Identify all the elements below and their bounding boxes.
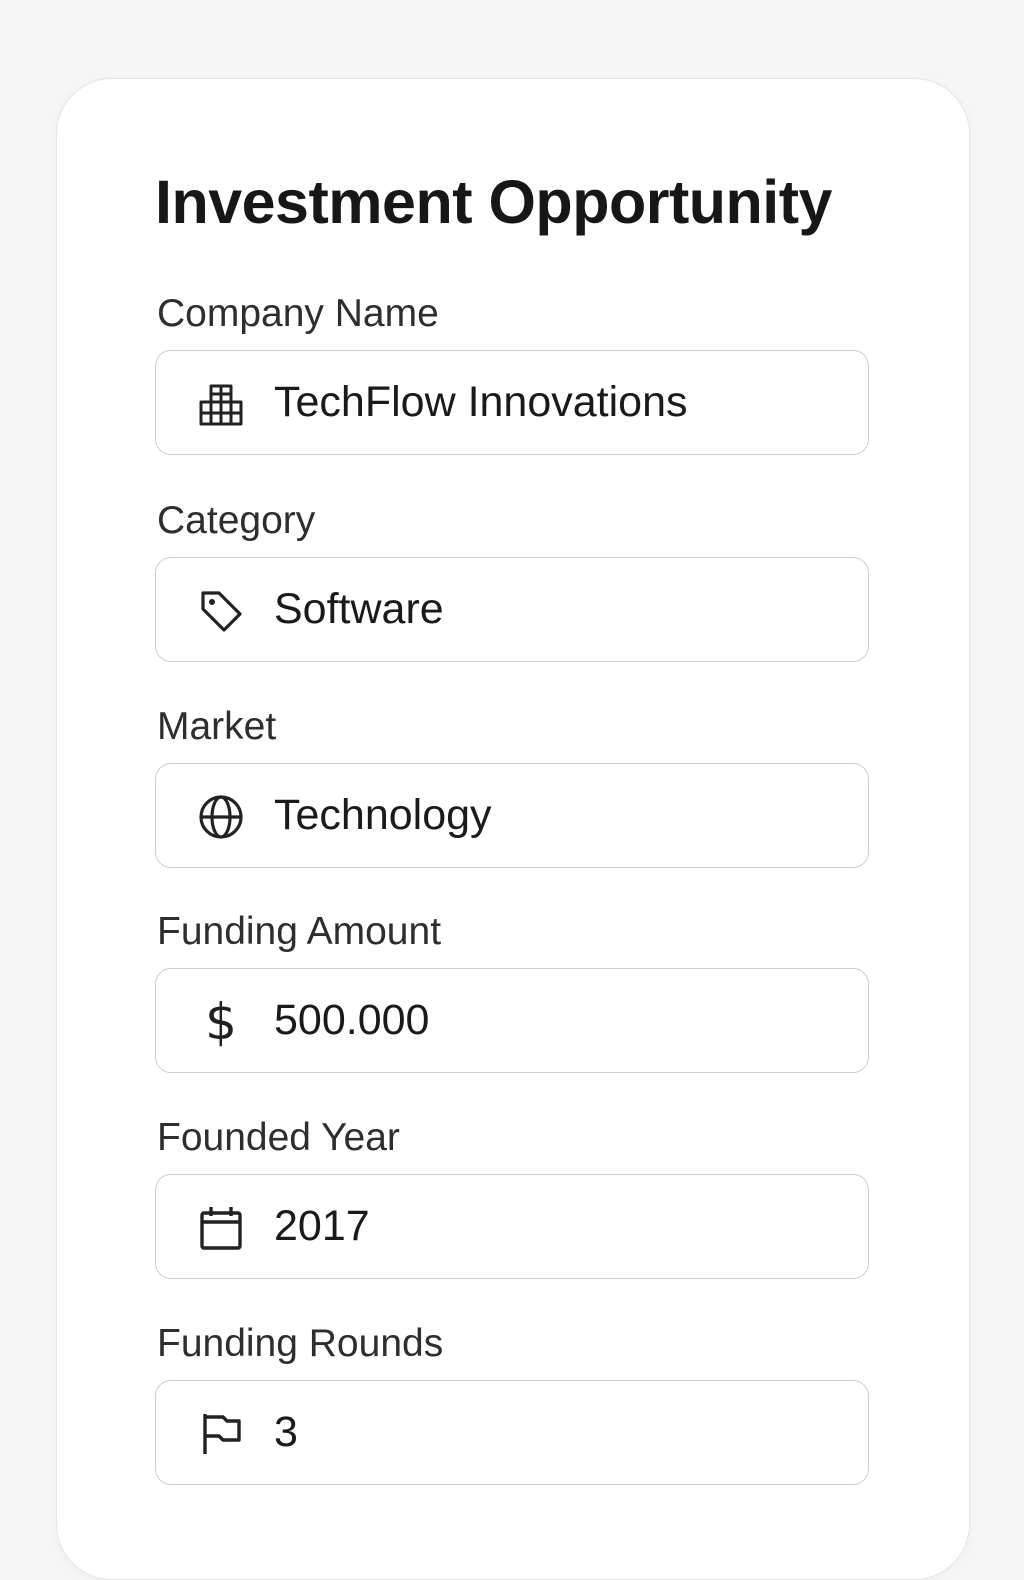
funding-amount-input[interactable]: $ 500.000	[155, 968, 869, 1073]
founded-year-value: 2017	[274, 1202, 370, 1250]
founded-year-field: Founded Year 2017	[155, 1115, 871, 1279]
market-value: Technology	[274, 791, 492, 839]
flag-icon	[196, 1409, 246, 1459]
company-name-value: TechFlow Innovations	[274, 378, 688, 426]
category-input[interactable]: Software	[155, 557, 869, 662]
tag-icon	[196, 586, 246, 636]
category-label: Category	[157, 499, 316, 542]
dollar-icon: $	[205, 993, 237, 1051]
founded-year-input[interactable]: 2017	[155, 1174, 869, 1279]
founded-year-label: Founded Year	[157, 1116, 400, 1159]
funding-rounds-label: Funding Rounds	[157, 1322, 444, 1365]
market-input[interactable]: Technology	[155, 763, 869, 868]
company-name-label: Company Name	[157, 292, 439, 335]
funding-amount-field: Funding Amount $ 500.000	[155, 909, 871, 1073]
category-value: Software	[274, 585, 444, 633]
globe-icon	[196, 792, 246, 842]
funding-amount-value: 500.000	[274, 996, 430, 1044]
funding-rounds-input[interactable]: 3	[155, 1380, 869, 1485]
funding-amount-label: Funding Amount	[157, 910, 442, 953]
category-field: Category Software	[155, 498, 871, 662]
company-name-field: Company Name TechFlow Innovations	[155, 291, 871, 455]
building-icon	[196, 379, 246, 429]
calendar-icon	[196, 1203, 246, 1253]
page-title: Investment Opportunity	[155, 168, 832, 236]
company-name-input[interactable]: TechFlow Innovations	[155, 350, 869, 455]
funding-rounds-field: Funding Rounds 3	[155, 1321, 871, 1485]
market-field: Market Technology	[155, 704, 871, 868]
market-label: Market	[157, 705, 277, 748]
funding-rounds-value: 3	[274, 1408, 298, 1456]
investment-card: Investment Opportunity Company Name Tech…	[56, 78, 970, 1580]
